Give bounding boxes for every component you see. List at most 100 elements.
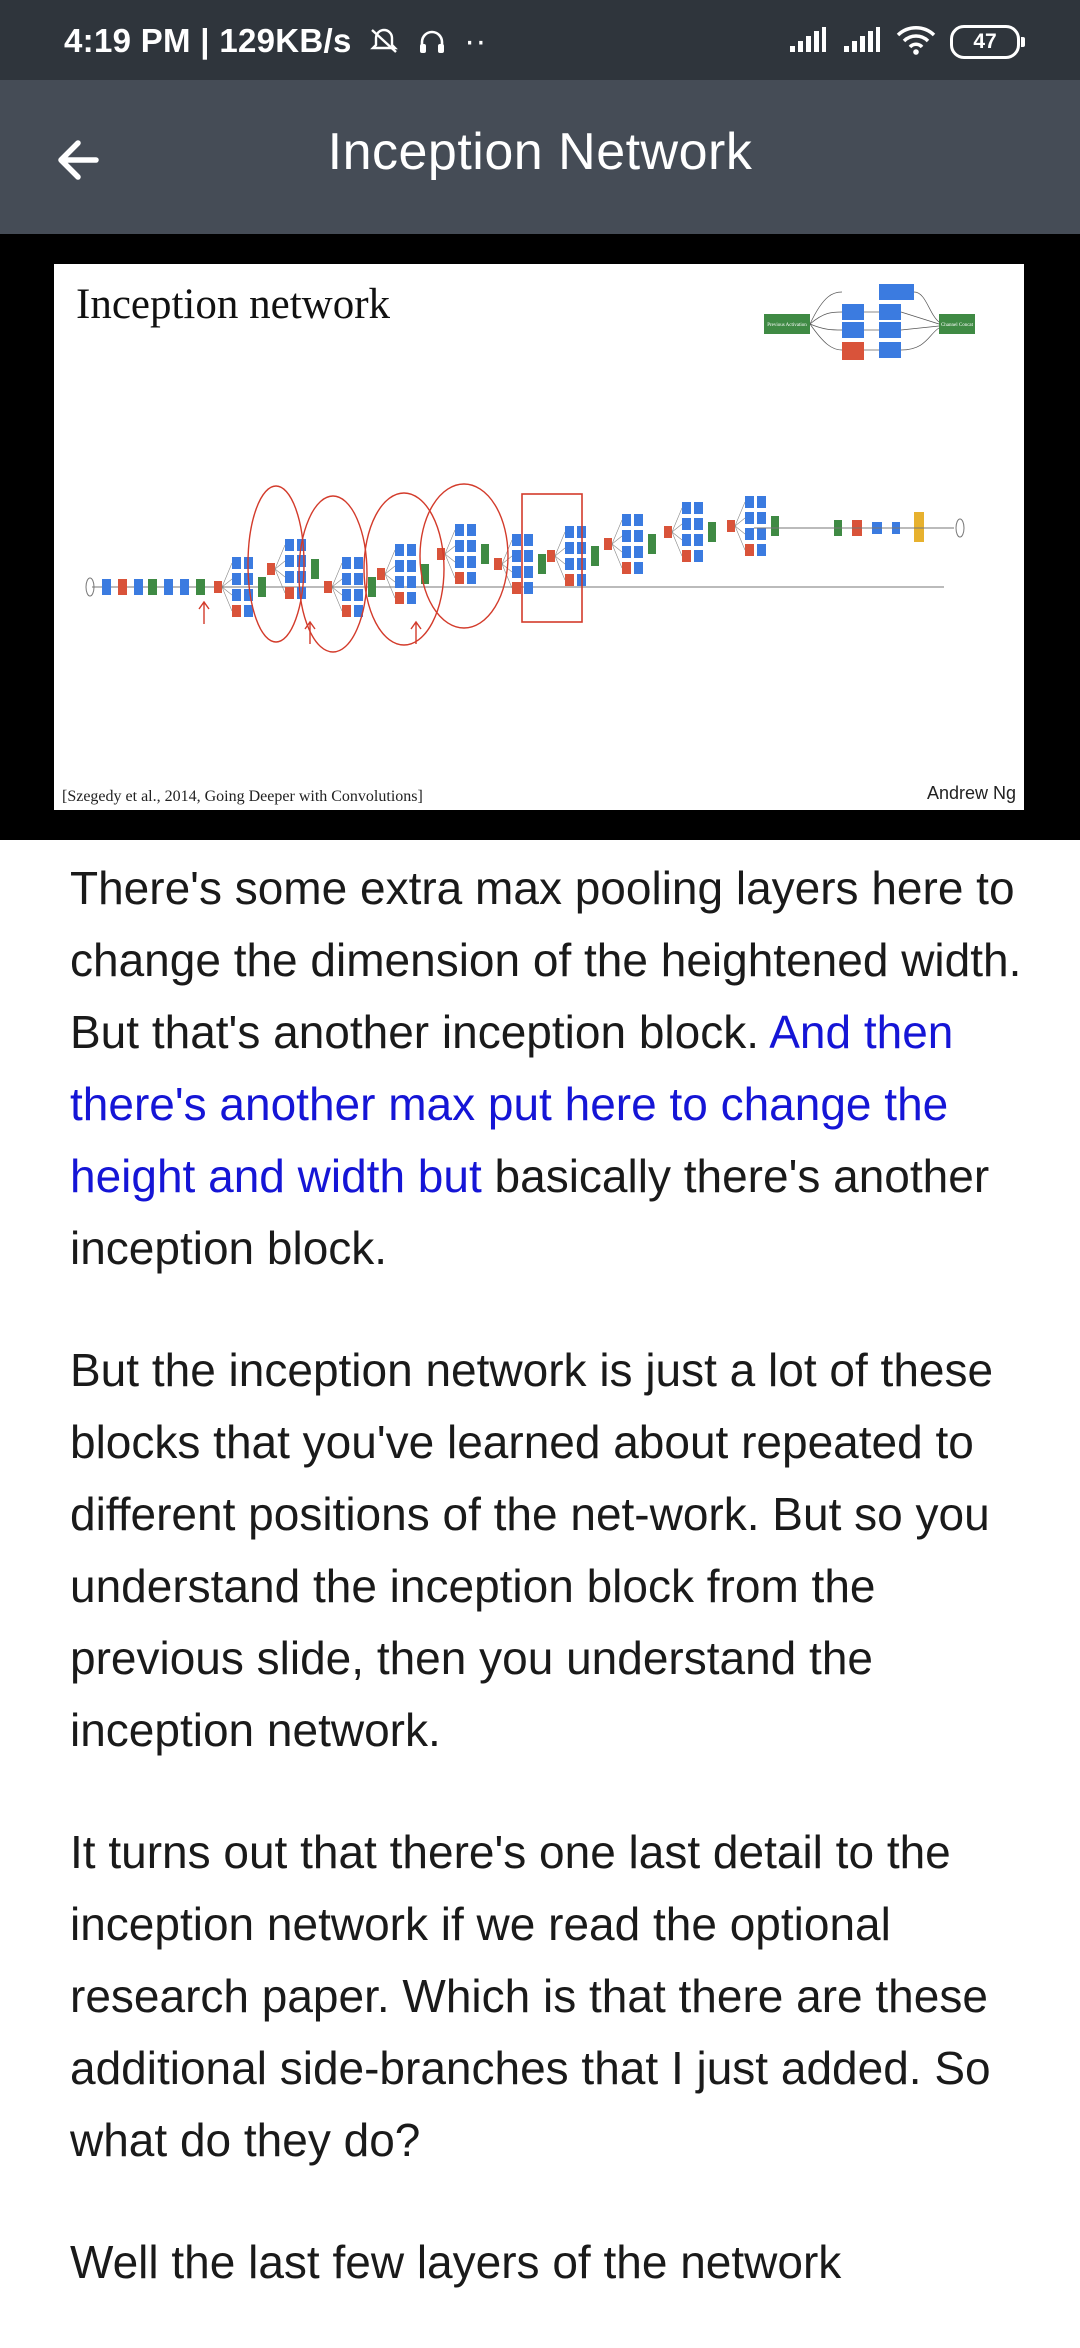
pool-block	[267, 563, 275, 575]
conv-block	[244, 605, 253, 617]
network-speed: 129KB/s	[219, 22, 352, 59]
branch-line	[274, 568, 286, 594]
conv-block	[455, 572, 464, 584]
pool-block	[377, 568, 385, 580]
conv-block	[455, 524, 464, 536]
conv-block	[694, 534, 703, 546]
paragraph: It turns out that there's one last detai…	[70, 1826, 991, 2166]
conv-block	[512, 550, 521, 562]
branch-line	[671, 531, 683, 557]
conv-block	[342, 589, 351, 601]
status-time: 4:19 PM	[64, 22, 191, 59]
concat-block	[311, 559, 319, 579]
conv-block	[757, 512, 766, 524]
conv-block	[745, 544, 754, 556]
branch-line	[734, 501, 746, 527]
branch-line	[444, 553, 456, 579]
conv-block	[342, 573, 351, 585]
conv-block	[694, 518, 703, 530]
conv-block	[694, 502, 703, 514]
conv-block	[524, 534, 533, 546]
wifi-icon	[896, 25, 936, 60]
slide-author: Andrew Ng	[926, 783, 1016, 803]
conv-block	[244, 589, 253, 601]
conv-block	[757, 544, 766, 556]
branch-line	[221, 562, 233, 588]
conv-block	[354, 589, 363, 601]
layer-block	[180, 579, 189, 595]
conv-block	[622, 546, 631, 558]
conv-block	[682, 502, 691, 514]
slide: Inception network Previous Activation Ch…	[54, 264, 1024, 810]
conv-block	[232, 589, 241, 601]
conv-block	[694, 550, 703, 562]
conv-block	[455, 540, 464, 552]
conv-block	[512, 566, 521, 578]
concat-block	[648, 534, 656, 554]
conv-block	[565, 574, 574, 586]
conv-block	[745, 528, 754, 540]
branch-line	[384, 549, 396, 575]
conv-block	[682, 518, 691, 530]
app-bar: Inception Network	[0, 80, 1080, 234]
conv-block	[407, 592, 416, 604]
conv-block	[407, 576, 416, 588]
paragraph: But the inception network is just a lot …	[70, 1344, 994, 1756]
conv-block	[745, 496, 754, 508]
branch-line	[611, 519, 623, 545]
conv-block	[232, 573, 241, 585]
branch-line	[734, 525, 746, 551]
conv-block	[524, 566, 533, 578]
pool-block	[727, 520, 735, 532]
pool-block	[214, 581, 222, 593]
signal-icon	[842, 26, 882, 59]
layer-block	[118, 579, 127, 595]
concat-block	[368, 577, 376, 597]
conv-block	[342, 557, 351, 569]
page-title: Inception Network	[327, 123, 753, 181]
annotation-arrow	[198, 600, 210, 624]
layer-block	[164, 579, 173, 595]
annotation-arrow	[304, 620, 316, 644]
conv-block	[467, 540, 476, 552]
paragraph: Well the last few layers of the network	[70, 2236, 842, 2288]
pool-block	[324, 581, 332, 593]
conv-block	[395, 592, 404, 604]
signal-icon	[788, 26, 828, 59]
branch-line	[611, 543, 623, 569]
conv-block	[232, 557, 241, 569]
pool-block	[664, 526, 672, 538]
conv-block	[682, 550, 691, 562]
layer-block	[148, 579, 157, 595]
softmax-block	[914, 512, 924, 542]
layer-block	[102, 579, 111, 595]
conv-block	[565, 542, 574, 554]
conv-block	[467, 524, 476, 536]
concat-block	[771, 516, 779, 536]
video-frame[interactable]: Inception network Previous Activation Ch…	[0, 234, 1080, 840]
concat-block	[481, 544, 489, 564]
battery-icon: 47	[950, 25, 1025, 59]
output-node	[955, 518, 965, 538]
branch-line	[331, 562, 343, 588]
conv-block	[285, 539, 294, 551]
conv-block	[757, 496, 766, 508]
concat-block	[258, 577, 266, 597]
conv-block	[354, 557, 363, 569]
transcript: There's some extra max pooling layers he…	[70, 852, 1030, 2348]
branch-line	[554, 531, 566, 557]
paragraph: There's some extra max pooling layers he…	[70, 852, 1030, 1284]
branch-line	[384, 573, 396, 599]
conv-block	[285, 571, 294, 583]
conv-block	[342, 605, 351, 617]
pool-block	[604, 538, 612, 550]
conv-block	[524, 582, 533, 594]
conv-block	[395, 544, 404, 556]
inception-network-diagram	[85, 483, 965, 653]
concat-block	[708, 522, 716, 542]
conv-block	[467, 572, 476, 584]
conv-block	[407, 544, 416, 556]
conv-block	[565, 558, 574, 570]
concat-block	[538, 554, 546, 574]
conv-block	[634, 530, 643, 542]
